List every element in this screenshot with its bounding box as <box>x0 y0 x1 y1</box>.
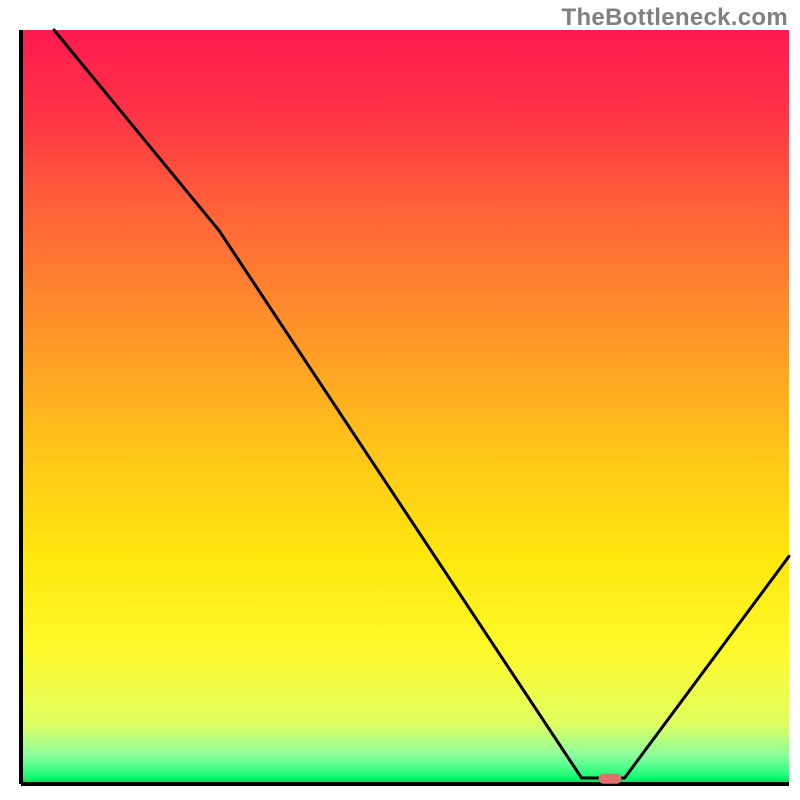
plot-background <box>21 30 789 784</box>
bottleneck-chart <box>0 0 800 800</box>
minimum-highlight <box>599 774 622 784</box>
chart-frame: TheBottleneck.com <box>0 0 800 800</box>
